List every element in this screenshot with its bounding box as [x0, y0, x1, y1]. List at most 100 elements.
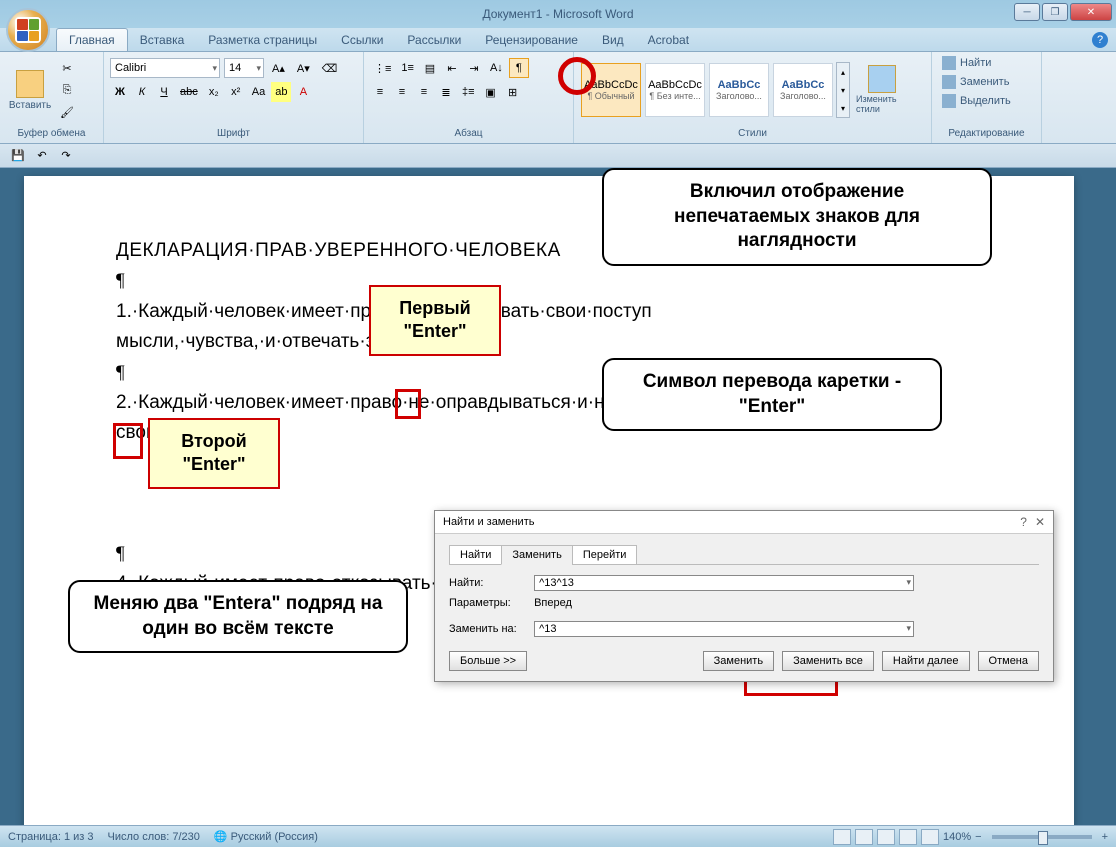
align-left-button[interactable]: ≡ — [370, 82, 390, 102]
dialog-titlebar[interactable]: Найти и заменить ? ✕ — [435, 511, 1053, 534]
bold-button[interactable]: Ж — [110, 82, 130, 102]
indent-right-button[interactable]: ⇥ — [464, 58, 484, 78]
change-styles-button[interactable]: Изменить стили — [852, 60, 912, 120]
justify-button[interactable]: ≣ — [436, 82, 456, 102]
change-case-button[interactable]: Aa — [248, 82, 269, 102]
cut-button[interactable]: ✂ — [56, 58, 78, 78]
highlight-button[interactable]: ab — [271, 82, 291, 102]
view-web[interactable] — [877, 829, 895, 845]
zoom-out-button[interactable]: − — [975, 831, 981, 843]
zoom-value[interactable]: 140% — [943, 831, 971, 843]
replace-one-button[interactable]: Заменить — [703, 651, 774, 671]
replace-all-button[interactable]: Заменить все — [782, 651, 874, 671]
find-input[interactable]: ^13^13 — [534, 575, 914, 591]
find-replace-dialog[interactable]: Найти и заменить ? ✕ Найти Заменить Пере… — [434, 510, 1054, 682]
editing-label: Редактирование — [938, 126, 1035, 141]
sort-button[interactable]: A↓ — [486, 58, 507, 78]
font-name-combo[interactable]: Calibri — [110, 58, 220, 78]
style-scroll[interactable]: ▴▾▾ — [836, 62, 850, 118]
multilevel-button[interactable]: ▤ — [420, 58, 440, 78]
clear-format-button[interactable]: ⌫ — [318, 58, 342, 78]
font-size-combo[interactable]: 14 — [224, 58, 264, 78]
group-styles: AaBbCcDc¶ Обычный AaBbCcDc¶ Без инте... … — [574, 52, 932, 143]
find-next-button[interactable]: Найти далее — [882, 651, 970, 671]
document-area[interactable]: ДЕКЛАРАЦИЯ·ПРАВ·УВЕРЕННОГО·ЧЕЛОВЕКА ¶ 1.… — [0, 168, 1116, 825]
save-button[interactable]: 💾 — [8, 147, 28, 165]
dialog-help-icon[interactable]: ? — [1020, 515, 1027, 529]
align-center-button[interactable]: ≡ — [392, 82, 412, 102]
format-painter-button[interactable]: 🖌 — [56, 102, 78, 122]
view-outline[interactable] — [899, 829, 917, 845]
tab-review[interactable]: Рецензирование — [473, 29, 590, 51]
status-lang[interactable]: 🌐 Русский (Россия) — [214, 830, 318, 843]
help-icon[interactable]: ? — [1092, 32, 1108, 48]
redo-button[interactable]: ↷ — [56, 147, 76, 165]
group-font: Calibri 14 A▴ A▾ ⌫ Ж К Ч abc x₂ x² Aa ab… — [104, 52, 364, 143]
callout-second-enter: Второй "Enter" — [148, 418, 280, 489]
cancel-button[interactable]: Отмена — [978, 651, 1039, 671]
copy-button[interactable]: ⎘ — [56, 80, 78, 100]
style-no-spacing[interactable]: AaBbCcDc¶ Без инте... — [645, 63, 705, 117]
select-button[interactable]: Выделить — [938, 92, 1015, 110]
tab-home[interactable]: Главная — [56, 28, 128, 51]
italic-button[interactable]: К — [132, 82, 152, 102]
subscript-button[interactable]: x₂ — [204, 82, 224, 102]
strike-button[interactable]: abc — [176, 82, 202, 102]
borders-button[interactable]: ⊞ — [503, 82, 523, 102]
shrink-font-button[interactable]: A▾ — [293, 58, 314, 78]
dialog-body: Найти Заменить Перейти Найти: ^13^13 Пар… — [435, 534, 1053, 681]
shading-button[interactable]: ▣ — [481, 82, 501, 102]
select-icon — [942, 94, 956, 108]
numbering-button[interactable]: 1≡ — [397, 58, 418, 78]
undo-button[interactable]: ↶ — [32, 147, 52, 165]
dialog-close-icon[interactable]: ✕ — [1035, 515, 1045, 529]
replace-button[interactable]: Заменить — [938, 73, 1013, 91]
tab-insert[interactable]: Вставка — [128, 29, 197, 51]
grow-font-button[interactable]: A▴ — [268, 58, 289, 78]
view-full-reading[interactable] — [855, 829, 873, 845]
paste-label: Вставить — [9, 100, 51, 111]
indent-left-button[interactable]: ⇤ — [442, 58, 462, 78]
tab-references[interactable]: Ссылки — [329, 29, 395, 51]
style-heading2[interactable]: AaBbCcЗаголово... — [773, 63, 833, 117]
font-label: Шрифт — [110, 126, 357, 141]
replace-input[interactable]: ^13 — [534, 621, 914, 637]
tab-view[interactable]: Вид — [590, 29, 636, 51]
line-spacing-button[interactable]: ‡≡ — [458, 82, 479, 102]
window-minimize-button[interactable]: ─ — [1014, 3, 1040, 21]
window-title: Документ1 - Microsoft Word — [482, 7, 633, 21]
group-editing: Найти Заменить Выделить Редактирование — [932, 52, 1042, 143]
align-right-button[interactable]: ≡ — [414, 82, 434, 102]
dialog-tab-goto[interactable]: Перейти — [572, 545, 638, 565]
page[interactable]: ДЕКЛАРАЦИЯ·ПРАВ·УВЕРЕННОГО·ЧЕЛОВЕКА ¶ 1.… — [24, 176, 1074, 825]
status-page[interactable]: Страница: 1 из 3 — [8, 831, 94, 843]
zoom-slider[interactable] — [992, 835, 1092, 839]
redbox-second-pilcrow — [113, 423, 143, 459]
more-button[interactable]: Больше >> — [449, 651, 527, 671]
tab-layout[interactable]: Разметка страницы — [196, 29, 329, 51]
font-color-button[interactable]: A — [293, 82, 313, 102]
view-draft[interactable] — [921, 829, 939, 845]
status-words[interactable]: Число слов: 7/230 — [108, 831, 200, 843]
style-heading1[interactable]: AaBbCcЗаголово... — [709, 63, 769, 117]
view-print-layout[interactable] — [833, 829, 851, 845]
window-maximize-button[interactable]: ❐ — [1042, 3, 1068, 21]
superscript-button[interactable]: x² — [226, 82, 246, 102]
clipboard-icon — [16, 70, 44, 98]
paste-button[interactable]: Вставить — [6, 60, 54, 120]
office-button[interactable] — [6, 8, 50, 52]
underline-button[interactable]: Ч — [154, 82, 174, 102]
bullets-button[interactable]: ⋮≡ — [370, 58, 395, 78]
clipboard-label: Буфер обмена — [6, 126, 97, 141]
callout-nonprint: Включил отображение непечатаемых знаков … — [602, 168, 992, 266]
dialog-tab-find[interactable]: Найти — [449, 545, 502, 565]
find-button[interactable]: Найти — [938, 54, 995, 72]
show-marks-button[interactable]: ¶ — [509, 58, 529, 78]
zoom-in-button[interactable]: + — [1102, 831, 1108, 843]
tab-mailings[interactable]: Рассылки — [395, 29, 473, 51]
paragraph-label: Абзац — [370, 126, 567, 141]
tab-acrobat[interactable]: Acrobat — [636, 29, 701, 51]
dialog-tab-replace[interactable]: Заменить — [501, 545, 572, 565]
ribbon-tabs: Главная Вставка Разметка страницы Ссылки… — [0, 28, 1116, 52]
window-close-button[interactable]: ✕ — [1070, 3, 1112, 21]
